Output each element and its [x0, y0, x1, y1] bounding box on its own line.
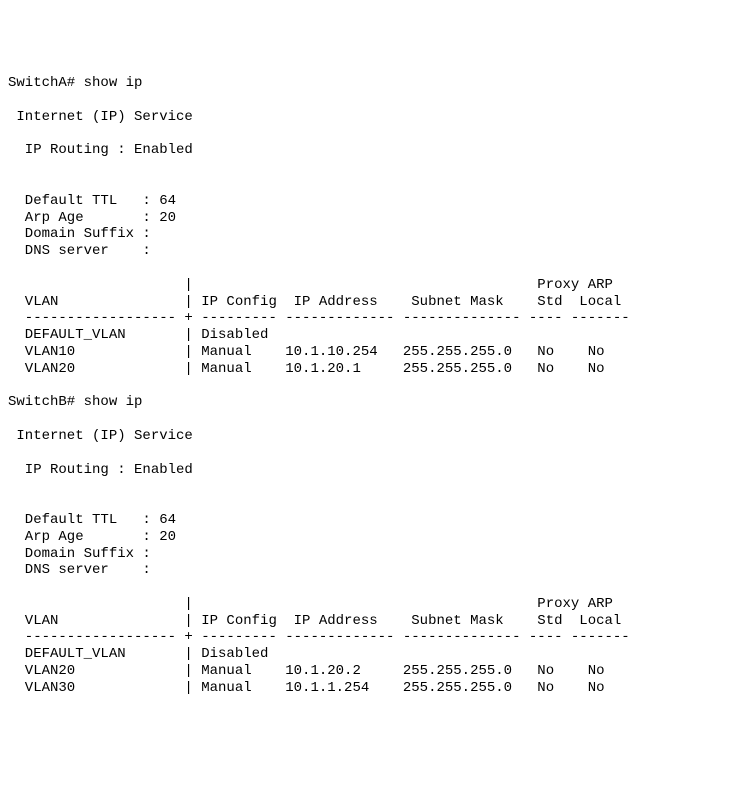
table-row: DEFAULT_VLAN | Disabled [8, 646, 268, 662]
vlan-table-rule: ------------------ + --------- ---------… [8, 310, 630, 326]
default-ttl-label: Default TTL : [8, 512, 159, 528]
default-ttl-label: Default TTL : [8, 193, 159, 209]
dns-server-line: DNS server : [8, 562, 151, 578]
vlan-table-header-cols: VLAN | IP Config IP Address Subnet Mask … [8, 294, 621, 310]
switch-a-prompt: SwitchA# show ip [8, 75, 142, 91]
vlan-table-rule: ------------------ + --------- ---------… [8, 629, 630, 645]
arp-age-label: Arp Age : [8, 529, 159, 545]
table-row: VLAN20 | Manual 10.1.20.2 255.255.255.0 … [8, 663, 605, 679]
arp-age-value: 20 [159, 529, 176, 545]
table-row: VLAN20 | Manual 10.1.20.1 255.255.255.0 … [8, 361, 605, 377]
table-row: DEFAULT_VLAN | Disabled [8, 327, 268, 343]
vlan-table-header-cols: VLAN | IP Config IP Address Subnet Mask … [8, 613, 621, 629]
terminal-output: SwitchA# show ip Internet (IP) Service I… [8, 75, 723, 696]
vlan-table-header-proxy: | Proxy ARP [8, 596, 613, 612]
default-ttl-value: 64 [159, 512, 176, 528]
default-ttl-value: 64 [159, 193, 176, 209]
ip-service-header: Internet (IP) Service [8, 428, 193, 444]
domain-suffix-line: Domain Suffix : [8, 226, 151, 242]
table-row: VLAN10 | Manual 10.1.10.254 255.255.255.… [8, 344, 605, 360]
ip-routing-line: IP Routing : Enabled [8, 142, 193, 158]
ip-routing-line: IP Routing : Enabled [8, 462, 193, 478]
vlan-table-header-proxy: | Proxy ARP [8, 277, 613, 293]
dns-server-line: DNS server : [8, 243, 151, 259]
table-row: VLAN30 | Manual 10.1.1.254 255.255.255.0… [8, 680, 605, 696]
arp-age-label: Arp Age : [8, 210, 159, 226]
arp-age-value: 20 [159, 210, 176, 226]
switch-b-prompt: SwitchB# show ip [8, 394, 142, 410]
ip-service-header: Internet (IP) Service [8, 109, 193, 125]
domain-suffix-line: Domain Suffix : [8, 546, 151, 562]
